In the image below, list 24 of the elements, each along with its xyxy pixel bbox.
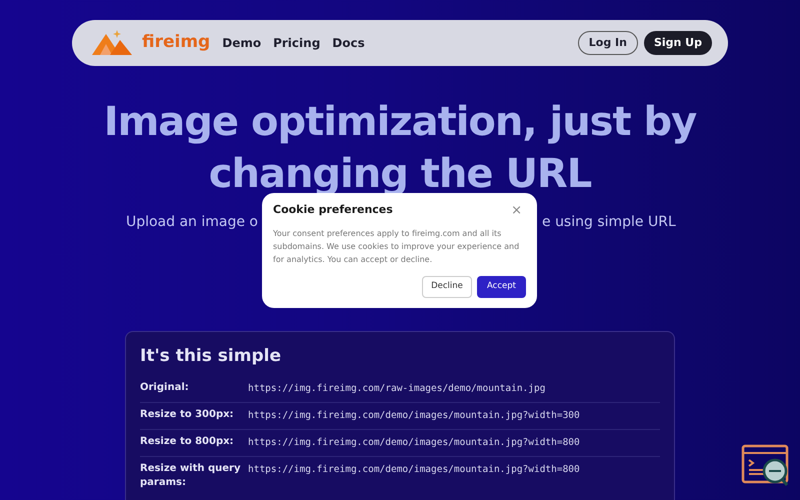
row-label: Resize to 800px: [140, 434, 235, 448]
row-label: Resize with query params: [140, 462, 242, 490]
row-label: Resize to 300px: [140, 408, 235, 422]
dialog-body: Your consent preferences apply to fireimg.com and all its subdomains. We use cookies to improve your experience and for analytics. You can accept or decline. [273, 228, 520, 266]
nav-link[interactable]: Demo [222, 34, 262, 52]
row-label: Original: [140, 380, 190, 394]
hero-title: Image optimization, just by [104, 98, 696, 147]
url-text: https://img.fireimg.com/demo/images/mountain.jpg?width=800 [248, 462, 580, 476]
dialog-title: Cookie preferences [273, 202, 393, 218]
hero-subtitle: e using simple URL [542, 213, 676, 232]
url-text: https://img.fireimg.com/demo/images/mountain.jpg?width=300 [248, 408, 580, 422]
accept-button[interactable]: Accept [477, 276, 526, 298]
close-button[interactable]: × [507, 204, 526, 217]
hero-title: changing the URL [208, 150, 592, 199]
signup-button[interactable]: Sign Up [644, 31, 712, 55]
url-text: https://img.fireimg.com/raw-images/demo/mountain.jpg [248, 382, 546, 396]
login-button[interactable]: Log In [578, 31, 638, 55]
card-title: It's this simple [140, 345, 282, 368]
hero-subtitle: Upload an image o [126, 213, 258, 232]
browser-search-icon[interactable] [741, 444, 791, 488]
url-text: https://img.fireimg.com/demo/images/mountain.jpg?width=800 [248, 436, 580, 450]
nav-link[interactable]: Docs [332, 34, 365, 52]
decline-button[interactable]: Decline [422, 276, 472, 298]
nav-link[interactable]: Pricing [273, 34, 320, 52]
